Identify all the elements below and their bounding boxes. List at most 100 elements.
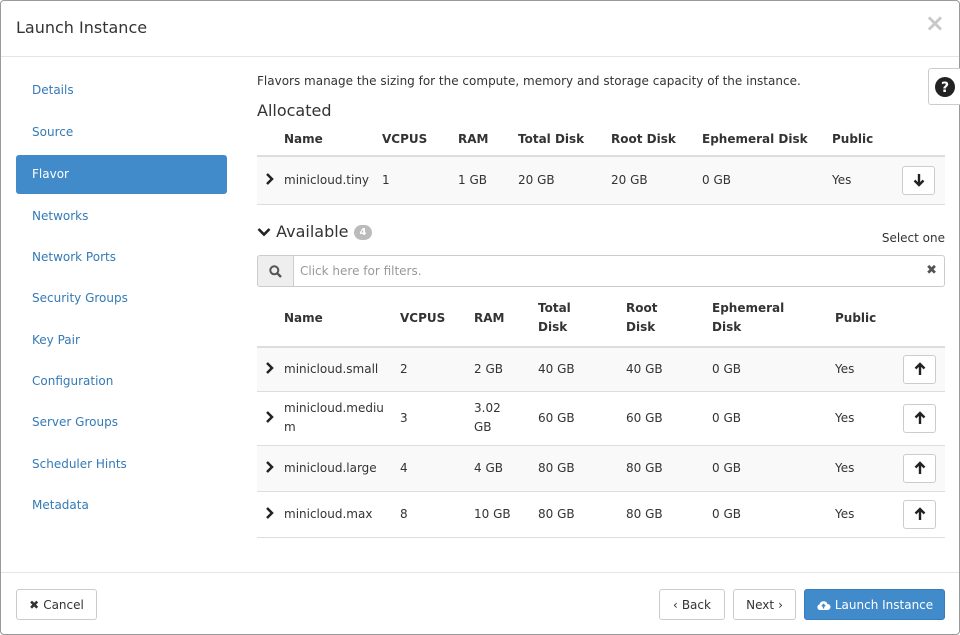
modal-header: Launch Instance ×	[1, 1, 959, 57]
allocate-button[interactable]	[903, 403, 936, 433]
sidebar-item-scheduler-hints[interactable]: Scheduler Hints	[16, 445, 227, 484]
col-total-disk-line2: Disk	[538, 319, 568, 334]
flavor-ram: 4 GB	[474, 444, 538, 491]
search-icon	[269, 264, 282, 278]
row-action-cell	[903, 444, 945, 491]
back-label: Back	[681, 597, 711, 612]
deallocate-button[interactable]	[902, 165, 935, 195]
flavor-ephemeral-disk: 0 GB	[712, 390, 835, 445]
col-name: Name	[284, 132, 323, 146]
launch-instance-modal: Launch Instance × Details Source Flavor …	[0, 0, 960, 635]
flavor-root-disk: 60 GB	[626, 390, 712, 445]
flavor-name: minicloud.small	[284, 346, 400, 391]
sidebar-item-metadata[interactable]: Metadata	[16, 486, 227, 525]
flavor-root-disk: 80 GB	[626, 490, 712, 538]
table-row: minicloud.tiny 1 1 GB 20 GB 20 GB 0 GB Y…	[257, 155, 945, 205]
col-total-disk: Total Disk	[538, 289, 626, 347]
flavor-name: minicloud.tiny	[284, 155, 382, 205]
flavor-total-disk: 80 GB	[538, 444, 626, 491]
available-title-group[interactable]: Available 4	[257, 222, 373, 241]
expand-row-toggle[interactable]	[257, 346, 284, 391]
cloud-upload-icon	[817, 600, 831, 610]
col-total-disk: Total Disk	[518, 132, 585, 146]
chevron-right-icon	[266, 506, 274, 519]
table-row: minicloud.large 4 4 GB 80 GB 80 GB 0 GB …	[257, 444, 945, 491]
flavor-total-disk: 80 GB	[538, 490, 626, 538]
launch-instance-button[interactable]: Launch Instance	[804, 589, 945, 620]
flavor-ram: 2 GB	[474, 346, 538, 391]
clear-filter-icon[interactable]: ✖	[926, 263, 937, 278]
select-one-label: Select one	[881, 231, 945, 245]
flavor-ephemeral-disk: 0 GB	[712, 444, 835, 491]
arrow-up-icon	[914, 411, 925, 424]
allocate-button[interactable]	[903, 354, 936, 384]
allocate-button[interactable]	[903, 453, 936, 483]
row-action-cell	[903, 490, 945, 538]
sidebar-item-details[interactable]: Details	[16, 71, 227, 110]
flavor-public: Yes	[835, 490, 903, 538]
sidebar-item-configuration[interactable]: Configuration	[16, 362, 227, 401]
filter-input[interactable]	[293, 255, 945, 287]
flavor-name: minicloud.mediu m	[284, 390, 400, 445]
available-count-badge: 4	[353, 225, 373, 240]
chevron-right-icon	[266, 410, 274, 423]
col-public: Public	[835, 310, 877, 325]
col-name: Name	[284, 310, 323, 325]
back-button[interactable]: ‹ Back	[659, 589, 725, 620]
sidebar-item-key-pair[interactable]: Key Pair	[16, 321, 227, 360]
chevron-right-icon: ›	[778, 597, 783, 612]
flavor-name: minicloud.large	[284, 444, 400, 491]
col-ram: RAM	[458, 132, 489, 146]
flavor-total-disk: 60 GB	[538, 390, 626, 445]
close-icon: ✖	[29, 597, 40, 612]
modal-title: Launch Instance	[16, 18, 148, 37]
flavor-name-line1: minicloud.mediu	[284, 401, 384, 415]
filter-addon	[257, 255, 294, 287]
svg-text:?: ?	[940, 80, 948, 96]
sidebar-item-source[interactable]: Source	[16, 113, 227, 152]
help-button[interactable]: ?	[928, 68, 960, 105]
allocated-table: Name VCPUS RAM Total Disk Root Disk Ephe…	[257, 123, 945, 205]
flavor-root-disk: 80 GB	[626, 444, 712, 491]
question-circle-icon: ?	[934, 76, 955, 97]
allocate-button[interactable]	[903, 499, 936, 529]
flavor-root-disk: 40 GB	[626, 346, 712, 391]
flavor-name-line2: m	[284, 420, 296, 434]
col-root-disk-line2: Disk	[626, 319, 656, 334]
flavor-ram: 10 GB	[474, 490, 538, 538]
header-action	[902, 123, 945, 156]
col-ephemeral-disk: Ephemeral Disk	[712, 289, 835, 347]
next-button[interactable]: Next ›	[733, 589, 796, 620]
table-row: minicloud.max 8 10 GB 80 GB 80 GB 0 GB Y…	[257, 490, 945, 538]
col-ephemeral-line1: Ephemeral	[712, 300, 785, 315]
col-vcpus: VCPUS	[400, 310, 446, 325]
modal-footer: ✖ Cancel ‹ Back Next › Launch Instance	[1, 572, 959, 634]
expand-row-toggle[interactable]	[257, 444, 284, 491]
arrow-down-icon	[913, 174, 924, 187]
sidebar-item-networks[interactable]: Networks	[16, 197, 227, 236]
flavor-ephemeral-disk: 0 GB	[702, 155, 832, 205]
flavor-ram-line2: GB	[474, 420, 492, 434]
close-button[interactable]: ×	[925, 11, 945, 35]
flavor-vcpus: 2	[400, 346, 474, 391]
available-title: Available	[276, 222, 349, 241]
sidebar-item-flavor[interactable]: Flavor	[16, 155, 227, 194]
chevron-right-icon	[266, 361, 274, 374]
sidebar-item-security-groups[interactable]: Security Groups	[16, 279, 227, 318]
cancel-button[interactable]: ✖ Cancel	[16, 589, 97, 620]
flavor-ram: 3.02 GB	[474, 390, 538, 445]
header-spacer	[257, 123, 284, 156]
chevron-right-icon	[266, 172, 274, 185]
flavor-public: Yes	[835, 390, 903, 445]
flavor-description: Flavors manage the sizing for the comput…	[257, 74, 801, 88]
row-action-cell	[903, 390, 945, 445]
expand-row-toggle[interactable]	[257, 155, 284, 205]
expand-row-toggle[interactable]	[257, 490, 284, 538]
sidebar-item-server-groups[interactable]: Server Groups	[16, 403, 227, 442]
col-vcpus: VCPUS	[382, 132, 428, 146]
flavor-name: minicloud.max	[284, 490, 400, 538]
available-table: Name VCPUS RAM Total Disk Root Disk Epheme…	[257, 289, 945, 538]
flavor-vcpus: 8	[400, 490, 474, 538]
expand-row-toggle[interactable]	[257, 390, 284, 445]
sidebar-item-network-ports[interactable]: Network Ports	[16, 238, 227, 277]
